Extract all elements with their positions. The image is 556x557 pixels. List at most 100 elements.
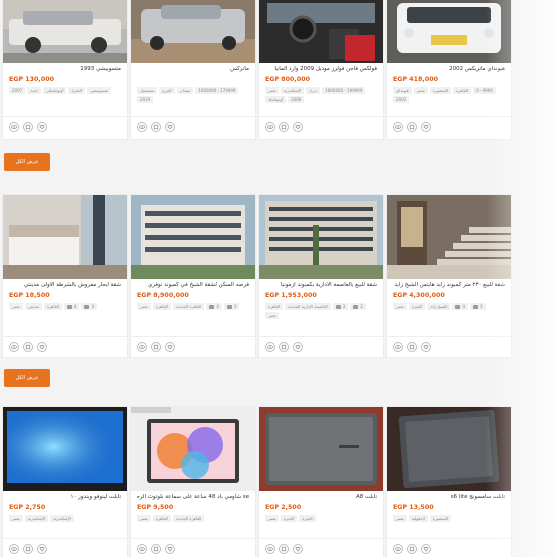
listing-title[interactable]: تابلت لينوفو ويندوز ١٠ xyxy=(9,493,121,502)
view-button[interactable] xyxy=(393,544,403,554)
tablets-section: تابلت لينوفو ويندوز ١٠ EGP 2,750 الإسكند… xyxy=(0,406,556,557)
favorite-button[interactable] xyxy=(293,544,303,554)
listing-image[interactable] xyxy=(259,407,383,491)
listing-image[interactable] xyxy=(387,0,511,63)
show-all-button[interactable]: عرض الكل xyxy=(4,369,50,387)
listing-image[interactable] xyxy=(3,0,127,63)
favorite-button[interactable] xyxy=(293,122,303,132)
listing-card[interactable]: هيونداي ماتريكس 2002 EGP 418,000 0 - 999… xyxy=(386,0,512,140)
listing-card[interactable]: se شاومي باد 48 ساعة على سماعة بلوتوث ال… xyxy=(130,406,256,557)
view-button[interactable] xyxy=(393,122,403,132)
listing-image[interactable] xyxy=(3,407,127,491)
listing-title[interactable]: فولكس فاجن فولرز موديل 2009 وارد المانيا xyxy=(265,65,377,74)
listing-card[interactable]: متسوبيشي 1993 EGP 130,000 متسوبيشي الجيز… xyxy=(2,0,128,140)
favorite-button[interactable] xyxy=(421,122,431,132)
view-button[interactable] xyxy=(137,544,147,554)
listing-title[interactable]: فرصه السكن لشقة الشيخ في كمبوند نوفري xyxy=(137,281,249,290)
listing-card[interactable]: تابلت لينوفو ويندوز ١٠ EGP 2,750 الإسكند… xyxy=(2,406,128,557)
view-button[interactable] xyxy=(9,342,19,352)
tag: الإسكندرية xyxy=(24,515,49,522)
share-button[interactable] xyxy=(407,544,417,554)
listing-image[interactable] xyxy=(3,195,127,279)
view-button[interactable] xyxy=(265,122,275,132)
card-actions xyxy=(137,342,175,352)
heart-icon xyxy=(167,125,173,130)
share-button[interactable] xyxy=(279,342,289,352)
listing-price: EGP 18,500 xyxy=(9,292,50,299)
view-button[interactable] xyxy=(265,544,275,554)
listing-image[interactable] xyxy=(131,407,255,491)
listing-card[interactable]: شقة للبيع بالعاصمة الادارية بكمبوند ازمو… xyxy=(258,194,384,358)
view-button[interactable] xyxy=(9,122,19,132)
heart-icon xyxy=(167,547,173,552)
tag: سيدان xyxy=(176,87,194,94)
tag: 2019 xyxy=(137,96,154,103)
tag-value: 4 xyxy=(73,304,77,309)
tag: الشيخ زايد xyxy=(427,303,451,310)
card-actions xyxy=(9,342,47,352)
favorite-button[interactable] xyxy=(37,544,47,554)
listing-image[interactable] xyxy=(131,195,255,279)
eye-icon xyxy=(139,345,145,349)
favorite-button[interactable] xyxy=(421,342,431,352)
share-button[interactable] xyxy=(151,544,161,554)
listing-title[interactable]: شقة ايجار مفروش بالشرطة الاولى مدينتي xyxy=(9,281,121,290)
share-button[interactable] xyxy=(23,544,33,554)
listing-price: EGP 8,900,000 xyxy=(137,292,189,299)
favorite-button[interactable] xyxy=(165,544,175,554)
listing-card[interactable]: شقة ايجار مفروش بالشرطة الاولى مدينتي EG… xyxy=(2,194,128,358)
view-button[interactable] xyxy=(9,544,19,554)
listing-card[interactable]: فرصه السكن لشقة الشيخ في كمبوند نوفري EG… xyxy=(130,194,256,358)
share-button[interactable] xyxy=(279,544,289,554)
tag-bedrooms: 3 xyxy=(470,303,486,310)
share-button[interactable] xyxy=(407,342,417,352)
share-button[interactable] xyxy=(23,342,33,352)
listing-title[interactable]: تابلت سامسونج s6 lite xyxy=(393,493,505,502)
favorite-button[interactable] xyxy=(165,122,175,132)
listing-title[interactable]: هيونداي ماتريكس 2002 xyxy=(393,65,505,74)
share-button[interactable] xyxy=(23,122,33,132)
eye-icon xyxy=(267,345,273,349)
tag: مدينتي xyxy=(24,303,42,310)
listing-title[interactable]: متسوبيشي 1993 xyxy=(9,65,121,74)
share-button[interactable] xyxy=(407,122,417,132)
tag: المنصورة xyxy=(429,515,452,522)
share-button[interactable] xyxy=(151,342,161,352)
listing-card[interactable]: شقة للبيع ٢٣٠ متر كمبوند زايد هايتس الشي… xyxy=(386,194,512,358)
share-icon xyxy=(409,546,415,552)
eye-icon xyxy=(267,547,273,551)
listing-title[interactable]: تابلت A8 xyxy=(265,493,377,502)
share-button[interactable] xyxy=(279,122,289,132)
heart-icon xyxy=(423,345,429,350)
tag: 0 - 9999 xyxy=(473,87,496,94)
listing-card[interactable]: ماتركس 1600000 - 179999 سيدان المرج مستع… xyxy=(130,0,256,140)
view-button[interactable] xyxy=(393,342,403,352)
listing-title[interactable]: se شاومي باد 48 ساعة على سماعة بلوتوث ال… xyxy=(137,493,249,502)
listing-title[interactable]: شقة للبيع بالعاصمة الادارية بكمبوند ازمو… xyxy=(265,281,377,290)
eye-icon xyxy=(139,547,145,551)
favorite-button[interactable] xyxy=(165,342,175,352)
view-button[interactable] xyxy=(137,122,147,132)
listing-image[interactable] xyxy=(387,407,511,491)
favorite-button[interactable] xyxy=(37,342,47,352)
listing-title[interactable]: ماتركس xyxy=(137,65,249,74)
favorite-button[interactable] xyxy=(37,122,47,132)
favorite-button[interactable] xyxy=(421,544,431,554)
listing-image[interactable] xyxy=(259,195,383,279)
tag: مصر xyxy=(265,515,279,522)
listing-card[interactable]: تابلت سامسونج s6 lite EGP 13,500 المنصور… xyxy=(386,406,512,557)
view-button[interactable] xyxy=(265,342,275,352)
tag: 1600000 - 179999 xyxy=(195,87,239,94)
tag: جديد xyxy=(27,87,41,94)
listing-image[interactable] xyxy=(131,0,255,63)
listing-image[interactable] xyxy=(387,195,511,279)
listing-card[interactable]: فولكس فاجن فولرز موديل 2009 وارد المانيا… xyxy=(258,0,384,140)
listing-image[interactable] xyxy=(259,0,383,63)
listing-title[interactable]: شقة للبيع ٢٣٠ متر كمبوند زايد هايتس الشي… xyxy=(393,281,505,290)
view-button[interactable] xyxy=(137,342,147,352)
favorite-button[interactable] xyxy=(293,342,303,352)
tag: 2006 xyxy=(288,96,305,103)
listing-card[interactable]: تابلت A8 EGP 2,500 الجيزة الجيزة مصر xyxy=(258,406,384,557)
share-button[interactable] xyxy=(151,122,161,132)
show-all-button[interactable]: عرض الكل xyxy=(4,153,50,171)
